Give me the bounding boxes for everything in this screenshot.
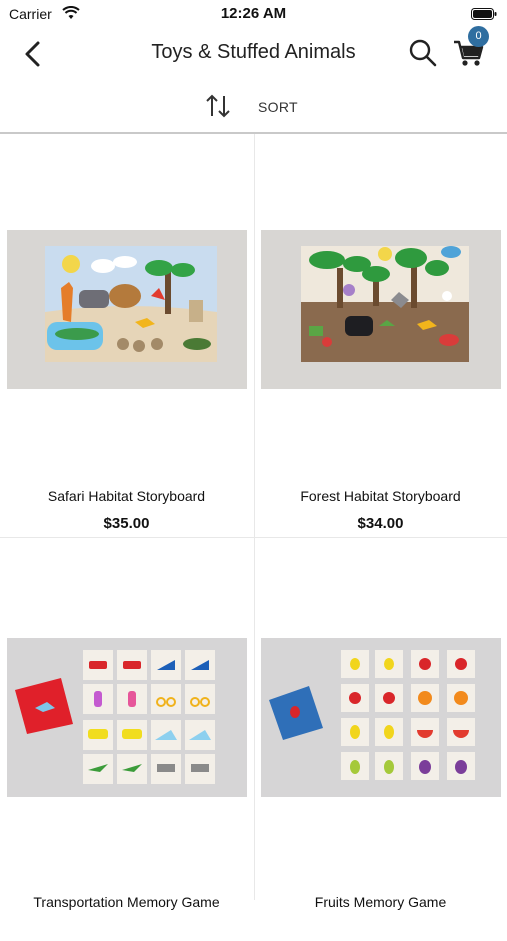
sort-label[interactable]: SORT bbox=[258, 99, 298, 115]
product-grid: Safari Habitat Storyboard $35.00 Forest … bbox=[0, 134, 507, 910]
navigation-bar: Toys & Stuffed Animals bbox=[0, 28, 507, 80]
battery-icon bbox=[471, 8, 497, 20]
product-card[interactable]: Forest Habitat Storyboard $34.00 bbox=[254, 134, 507, 537]
product-image[interactable] bbox=[7, 230, 247, 389]
product-name[interactable]: Transportation Memory Game bbox=[0, 894, 253, 910]
product-price: $34.00 bbox=[357, 515, 404, 532]
product-image[interactable] bbox=[261, 638, 501, 797]
product-name[interactable]: Forest Habitat Storyboard bbox=[254, 488, 507, 504]
search-icon[interactable] bbox=[408, 38, 438, 68]
status-bar: Carrier 12:26 AM bbox=[0, 0, 507, 28]
product-image[interactable] bbox=[7, 638, 247, 797]
product-price: $35.00 bbox=[103, 515, 150, 532]
product-card[interactable]: Safari Habitat Storyboard $35.00 bbox=[0, 134, 253, 537]
product-image[interactable] bbox=[261, 230, 501, 389]
cart-count-badge: 0 bbox=[468, 26, 489, 47]
product-card[interactable]: Fruits Memory Game bbox=[254, 538, 507, 941]
sort-bar[interactable]: SORT bbox=[0, 80, 507, 134]
product-name[interactable]: Safari Habitat Storyboard bbox=[0, 488, 253, 504]
clock: 12:26 AM bbox=[220, 5, 287, 22]
product-card[interactable]: Transportation Memory Game bbox=[0, 538, 253, 941]
product-name[interactable]: Fruits Memory Game bbox=[254, 894, 507, 910]
sort-icon[interactable] bbox=[204, 93, 232, 119]
